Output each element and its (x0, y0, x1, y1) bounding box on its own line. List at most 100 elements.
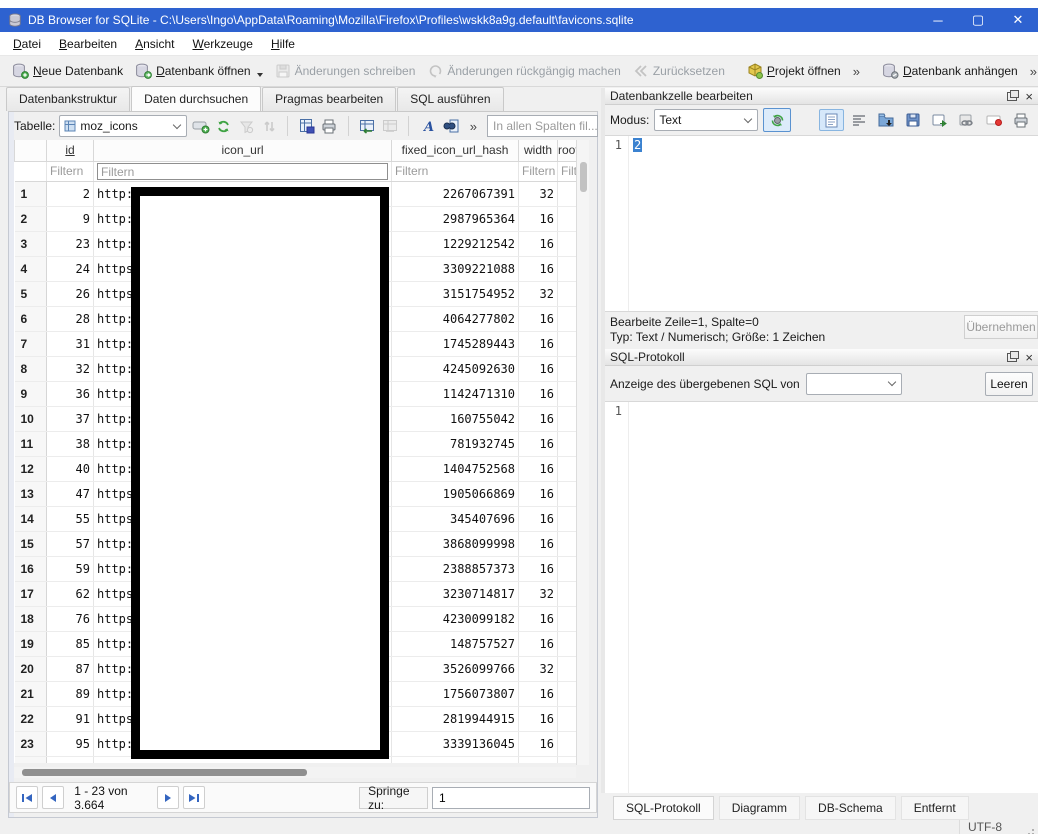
row-number[interactable]: 22 (15, 706, 47, 731)
resize-grip[interactable] (1032, 829, 1034, 831)
filter-input-icon-url[interactable]: Filtern (94, 161, 392, 181)
cell-hash[interactable]: 4230099182 (392, 606, 519, 631)
row-number[interactable]: 9 (15, 381, 47, 406)
cell-root[interactable] (558, 281, 577, 306)
menu-item[interactable]: Ansicht (126, 34, 183, 54)
column-header-root[interactable]: root (558, 140, 577, 161)
goto-input[interactable] (432, 787, 590, 809)
cell-root[interactable] (558, 681, 577, 706)
cell-root[interactable] (558, 231, 577, 256)
filter-input-root[interactable]: Filtern (558, 161, 577, 181)
cell-hash[interactable]: 345407696 (392, 506, 519, 531)
cell-width[interactable]: 32 (519, 181, 558, 206)
cell-id[interactable]: 2 (47, 181, 94, 206)
cell-id[interactable]: 37 (47, 406, 94, 431)
cell-id[interactable]: 36 (47, 381, 94, 406)
cell-id[interactable]: 47 (47, 481, 94, 506)
first-page-button[interactable] (16, 786, 38, 809)
grid-corner[interactable] (15, 140, 47, 161)
cell-root[interactable] (558, 331, 577, 356)
row-number[interactable]: 4 (15, 256, 47, 281)
cell-hash[interactable]: 148757527 (392, 631, 519, 656)
row-number[interactable]: 20 (15, 656, 47, 681)
cell-root[interactable] (558, 731, 577, 756)
cell-hash[interactable]: 3526099766 (392, 656, 519, 681)
cell-hash[interactable]: 1142471310 (392, 381, 519, 406)
cell-width[interactable]: 16 (519, 506, 558, 531)
cell-width[interactable]: 16 (519, 431, 558, 456)
cell-id[interactable]: 95 (47, 731, 94, 756)
cell-width[interactable]: 32 (519, 281, 558, 306)
cell-hash[interactable]: 2987965364 (392, 206, 519, 231)
new-record-button[interactable] (191, 115, 210, 137)
cell-width[interactable]: 16 (519, 731, 558, 756)
row-number[interactable]: 7 (15, 331, 47, 356)
menu-item[interactable]: Datei (4, 34, 50, 54)
menu-item[interactable]: Werkzeuge (183, 34, 261, 54)
bottom-tab-db-schema[interactable]: DB-Schema (805, 796, 896, 820)
attach-database-button[interactable]: Datenbank anhängen (876, 60, 1024, 82)
cell-width[interactable]: 16 (519, 706, 558, 731)
next-page-button[interactable] (157, 786, 179, 809)
import-cell-button[interactable] (873, 109, 898, 131)
cell-hash[interactable]: 2388857373 (392, 556, 519, 581)
text-mode-button[interactable] (819, 109, 844, 131)
cell-id[interactable]: 85 (47, 631, 94, 656)
cell-hash[interactable]: 1756073807 (392, 681, 519, 706)
cell-root[interactable] (558, 306, 577, 331)
close-dock-icon[interactable]: × (1025, 351, 1033, 364)
cell-root[interactable] (558, 431, 577, 456)
row-number[interactable]: 10 (15, 406, 47, 431)
row-number[interactable]: 23 (15, 731, 47, 756)
cell-editor-value[interactable]: 2 (633, 138, 642, 152)
open-project-button[interactable]: Projekt öffnen (741, 60, 847, 82)
minimize-button[interactable]: ─ (918, 8, 958, 32)
tab-sql-ausfuehren[interactable]: SQL ausführen (397, 87, 503, 111)
cell-id[interactable]: 55 (47, 506, 94, 531)
cell-root[interactable] (558, 706, 577, 731)
cell-id[interactable]: 32 (47, 356, 94, 381)
row-number[interactable]: 12 (15, 456, 47, 481)
tab-datenbankstruktur[interactable]: Datenbankstruktur (6, 87, 130, 111)
cell-id[interactable]: 59 (47, 556, 94, 581)
row-number[interactable]: 6 (15, 306, 47, 331)
sql-source-select[interactable] (806, 373, 902, 395)
cell-width[interactable]: 16 (519, 531, 558, 556)
grid-vertical-scrollbar[interactable] (576, 140, 589, 765)
column-header-fixed-icon-url-hash[interactable]: fixed_icon_url_hash (392, 140, 519, 161)
cell-hash[interactable]: 160755042 (392, 406, 519, 431)
row-number[interactable]: 1 (15, 181, 47, 206)
export-cell-button[interactable] (900, 109, 925, 131)
column-header-icon-url[interactable]: icon_url (94, 140, 392, 161)
cell-width[interactable]: 32 (519, 656, 558, 681)
print-cell-button[interactable] (1008, 109, 1033, 131)
cell-root[interactable] (558, 256, 577, 281)
cell-width[interactable]: 16 (519, 606, 558, 631)
filter-input-width[interactable]: Filtern (519, 161, 558, 181)
filter-all-columns-input[interactable]: In allen Spalten fil... (487, 115, 598, 137)
cell-width[interactable]: 16 (519, 306, 558, 331)
cell-width[interactable]: 16 (519, 681, 558, 706)
cell-root[interactable] (558, 606, 577, 631)
row-number[interactable]: 13 (15, 481, 47, 506)
cell-id[interactable]: 62 (47, 581, 94, 606)
open-database-button[interactable]: Datenbank öffnen (129, 60, 269, 82)
cell-root[interactable] (558, 581, 577, 606)
cell-root[interactable] (558, 556, 577, 581)
cell-hash[interactable]: 1229212542 (392, 231, 519, 256)
toolbar-overflow-chevron[interactable]: » (1024, 64, 1038, 79)
cell-id[interactable]: 24 (47, 256, 94, 281)
encoding-indicator[interactable]: UTF-8 (959, 820, 1010, 834)
cell-width[interactable]: 16 (519, 206, 558, 231)
cell-hash[interactable]: 2267067391 (392, 181, 519, 206)
filter-input-id[interactable]: Filtern (47, 161, 94, 181)
table-select[interactable]: moz_icons (59, 115, 187, 137)
print-table-button[interactable] (320, 115, 339, 137)
cell-id[interactable]: 76 (47, 606, 94, 631)
copy-link-button[interactable] (954, 109, 979, 131)
open-database-dropdown-caret[interactable] (257, 73, 263, 77)
scrollbar-thumb[interactable] (580, 162, 587, 192)
filter-input-hash[interactable]: Filtern (392, 161, 519, 181)
set-null-button[interactable] (981, 109, 1006, 131)
cell-width[interactable]: 16 (519, 481, 558, 506)
